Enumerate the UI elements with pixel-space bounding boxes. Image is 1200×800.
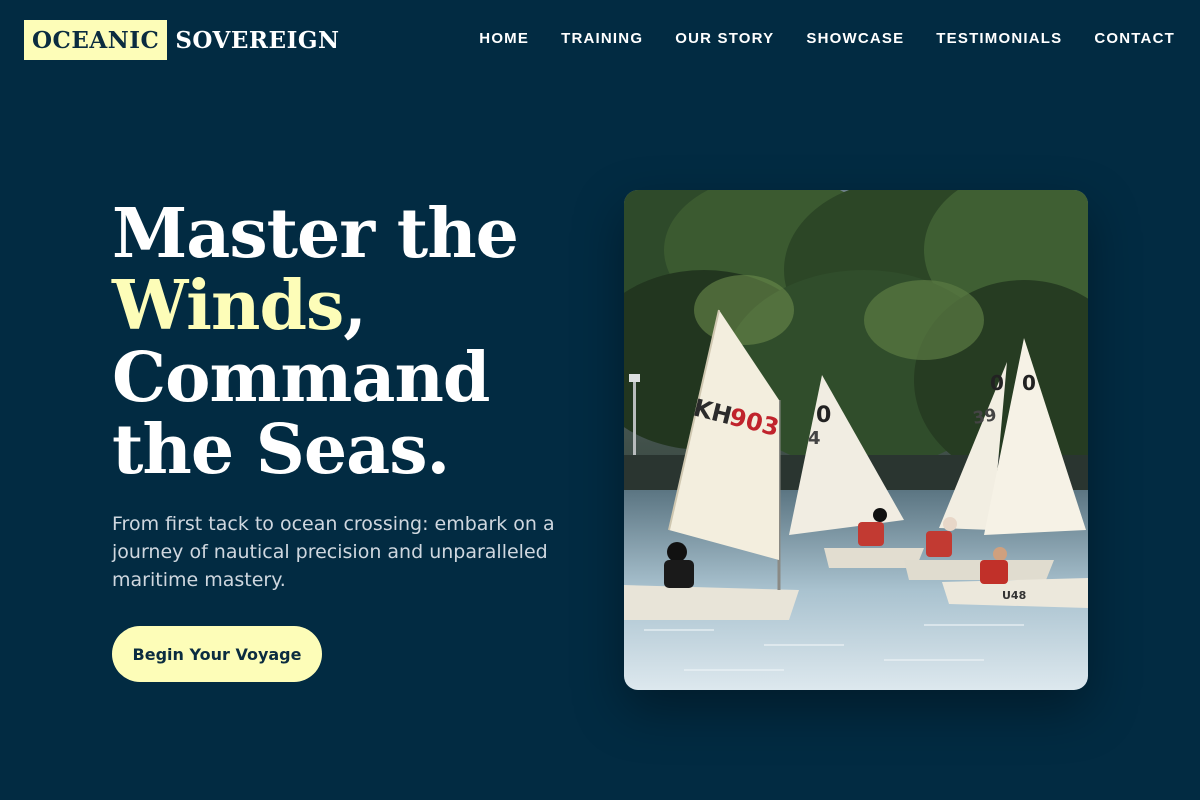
nav-home[interactable]: HOME (479, 30, 529, 47)
hero-title-line-4: the Seas. (112, 410, 450, 490)
lamp-post (633, 380, 636, 455)
brand-name-highlight: OCEANIC (24, 20, 168, 60)
hero-title-comma: , (343, 266, 367, 346)
hero-title-accent: Winds (112, 266, 344, 346)
svg-text:0: 0 (816, 403, 831, 428)
begin-voyage-button[interactable]: Begin Your Voyage (112, 626, 322, 682)
nav-testimonials[interactable]: TESTIMONIALS (936, 30, 1062, 47)
hero-title-line-3: Command (112, 338, 490, 418)
brand-name-rest: SOVEREIGN (175, 26, 340, 54)
hero-title: Master the Winds, Command the Seas. (112, 198, 572, 486)
svg-text:4: 4 (808, 428, 821, 449)
brand-logo[interactable]: OCEANIC SOVEREIGN (24, 20, 340, 60)
sailing-photo: KH 903 0 4 0 0 39 U48 (624, 190, 1088, 690)
sailing-boats-illustration: KH 903 0 4 0 0 39 U48 (624, 190, 1088, 690)
svg-text:U48: U48 (1002, 589, 1026, 602)
hero-subtitle: From first tack to ocean crossing: embar… (112, 513, 555, 591)
landing-page: OCEANIC SOVEREIGN HOME TRAINING OUR STOR… (0, 0, 1200, 800)
nav-contact[interactable]: CONTACT (1094, 30, 1175, 47)
svg-text:0: 0 (1022, 371, 1036, 395)
hero-title-line-1: Master the (112, 194, 519, 274)
svg-text:39: 39 (971, 405, 998, 429)
nav-training[interactable]: TRAINING (561, 30, 643, 47)
main-nav: HOME TRAINING OUR STORY SHOWCASE TESTIMO… (479, 30, 1175, 47)
nav-showcase[interactable]: SHOWCASE (806, 30, 904, 47)
svg-text:0: 0 (990, 371, 1004, 395)
nav-our-story[interactable]: OUR STORY (675, 30, 774, 47)
